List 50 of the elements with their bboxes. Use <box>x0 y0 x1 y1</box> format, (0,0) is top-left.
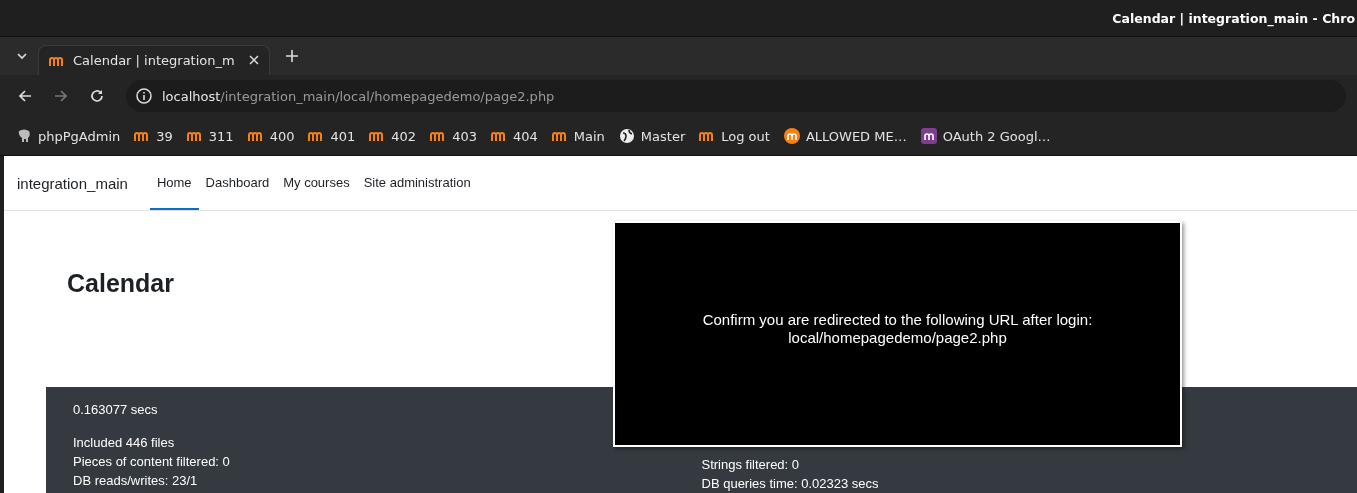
globe-icon <box>618 128 635 144</box>
nav-link[interactable]: My courses <box>276 156 357 210</box>
bookmark[interactable]: 39 <box>134 128 173 144</box>
new-tab-icon[interactable] <box>286 50 298 62</box>
moodle-logo-icon <box>247 130 264 142</box>
info-icon[interactable] <box>136 88 152 104</box>
page-heading: Calendar <box>67 269 174 298</box>
modal-message: Confirm you are redirected to the following URL after login: local/homepagedemo/page2.php <box>702 311 1093 347</box>
footer-text: DB reads/writes: 23/1 <box>73 472 199 490</box>
back-icon[interactable] <box>18 89 32 103</box>
moodle-logo-icon <box>783 128 800 144</box>
bookmark[interactable]: Log out <box>699 128 770 144</box>
bookmark[interactable]: 400 <box>247 128 295 144</box>
moodle-logo-icon <box>490 130 507 142</box>
moodle-logo-icon <box>308 130 325 142</box>
bookmark[interactable]: 311 <box>186 128 234 144</box>
bookmark[interactable]: OAuth 2 Googl… <box>920 128 1051 144</box>
footer-text: Included 446 files <box>73 434 176 452</box>
nav-link[interactable]: Dashboard <box>198 156 277 210</box>
address-field[interactable]: localhost/integration_main/local/homepagedemo/page2.php <box>126 80 1346 112</box>
close-icon[interactable] <box>249 55 259 65</box>
bookmark[interactable]: Main <box>551 128 605 144</box>
bookmark[interactable]: 403 <box>430 128 477 144</box>
bookmark[interactable]: 401 <box>308 128 356 144</box>
forward-icon[interactable] <box>54 89 68 103</box>
window-title: Calendar | integration_main - Chro <box>1112 10 1355 26</box>
moodle-logo-icon <box>134 130 151 142</box>
elephant-icon <box>16 128 32 144</box>
reload-icon[interactable] <box>90 89 104 103</box>
chevron-down-icon[interactable] <box>16 50 28 62</box>
bookmark[interactable]: ALLOWED ME… <box>783 128 907 144</box>
footer-text: Strings filtered: 0 <box>701 456 801 474</box>
moodle-logo-icon <box>430 130 447 142</box>
footer-text: 0.163077 secs <box>73 401 159 419</box>
moodle-logo-icon <box>551 130 568 142</box>
nav-link[interactable]: Site administration <box>356 156 478 210</box>
bookmark[interactable]: Master <box>618 128 686 144</box>
moodle-logo-icon <box>49 54 65 67</box>
site-name[interactable]: integration_main <box>17 174 128 192</box>
moodle-logo-icon <box>920 128 937 144</box>
moodle-logo-icon <box>369 130 386 142</box>
moodle-logo-icon <box>186 130 203 142</box>
bookmark[interactable]: phpPgAdmin <box>16 128 121 144</box>
footer-text: DB queries time: 0.02323 secs <box>701 475 880 493</box>
footer-text: Pieces of content filtered: 0 <box>73 453 231 471</box>
moodle-logo-icon <box>699 130 716 142</box>
nav-link[interactable]: Home <box>149 156 199 210</box>
browser-tab[interactable]: Calendar | integration_m <box>38 45 270 75</box>
bookmark[interactable]: 404 <box>490 128 538 144</box>
bookmark[interactable]: 402 <box>369 128 417 144</box>
